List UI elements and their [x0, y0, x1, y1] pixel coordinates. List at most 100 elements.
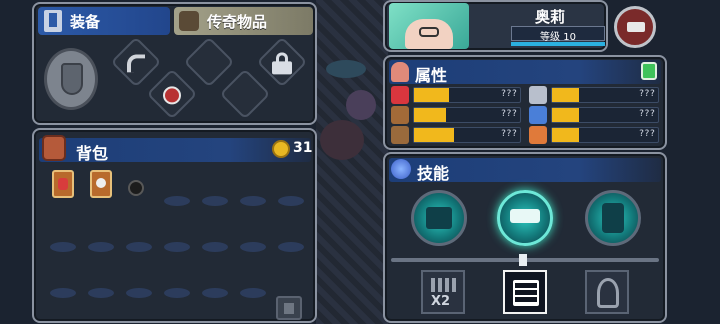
signal-icon	[597, 278, 619, 308]
stat-bar-fill	[552, 88, 579, 102]
crystal-icon	[529, 126, 547, 144]
skills-title: 技能	[417, 164, 450, 183]
divider-indicator	[519, 254, 527, 266]
stat-bar: ???	[413, 127, 521, 143]
sub-skill-signal[interactable]	[585, 270, 629, 314]
equip-slot-accessory[interactable]	[146, 68, 198, 120]
bag-slot[interactable]	[202, 288, 228, 298]
equip-slot-locked[interactable]	[256, 36, 308, 88]
bag-slot[interactable]	[240, 242, 266, 252]
skill-golem[interactable]	[585, 190, 641, 246]
level-bar: 等级 10	[511, 26, 605, 43]
character-panel: 奥莉 等级 10	[383, 0, 608, 52]
character-name: 奥莉	[534, 8, 565, 26]
enemy-sprite	[320, 120, 364, 160]
bag-slot[interactable]	[88, 288, 114, 298]
shield-icon	[391, 106, 409, 124]
skill-mecha-rider[interactable]	[411, 190, 467, 246]
bag-slot[interactable]	[50, 288, 76, 298]
bag-slot[interactable]	[240, 196, 266, 206]
eye-icon	[529, 106, 547, 124]
flower-basket-icon	[163, 86, 181, 105]
skull-icon	[96, 178, 106, 188]
stat-bar-fill	[414, 128, 455, 142]
stat-bar-fill	[552, 128, 579, 142]
stat-bar-fill	[414, 108, 446, 122]
trash-button[interactable]	[276, 296, 302, 320]
armor-icon	[391, 126, 409, 144]
bag-slot[interactable]	[164, 288, 190, 298]
backpack-icon	[42, 135, 66, 161]
tab-equipment[interactable]: 装备	[38, 7, 170, 35]
stat-bar-fill	[552, 108, 579, 122]
stat-value: ???	[638, 109, 655, 119]
sub-skill-drone-upgrade[interactable]	[503, 270, 547, 314]
floor-tile	[326, 60, 366, 78]
stat-bar-fill	[414, 88, 449, 102]
stat-value: ???	[500, 109, 517, 119]
bag-item-bomb[interactable]	[128, 180, 144, 196]
bag-title: 背包	[76, 144, 109, 163]
circuit-icon	[513, 280, 539, 306]
drone-icon	[510, 209, 540, 223]
stat-value: ???	[638, 129, 655, 139]
bag-slot[interactable]	[88, 242, 114, 252]
lock-icon	[272, 52, 292, 75]
stat-bar: ???	[413, 87, 521, 103]
sub-skill-ammo[interactable]: X2	[421, 270, 465, 314]
person-icon	[391, 62, 409, 82]
tab-legendary[interactable]: 传奇物品	[174, 7, 313, 35]
bag-slot[interactable]	[126, 288, 152, 298]
equipment-panel: 装备 传奇物品	[32, 2, 317, 125]
shield-icon	[61, 63, 83, 95]
equip-slot-empty-2[interactable]	[219, 68, 271, 120]
sword-icon	[529, 86, 547, 104]
bag-item-potion-card[interactable]	[52, 170, 74, 198]
stat-bar: ???	[551, 87, 659, 103]
bag-slot[interactable]	[50, 242, 76, 252]
game-background	[316, 0, 388, 324]
stat-value: ???	[500, 129, 517, 139]
stat-bar: ???	[551, 107, 659, 123]
stat-row: ???	[529, 105, 659, 125]
skills-icon	[391, 159, 411, 179]
equip-slot-empty-1[interactable]	[183, 36, 235, 88]
stat-value: ???	[500, 89, 517, 99]
bag-slot[interactable]	[202, 242, 228, 252]
exit-arrow-icon	[627, 22, 645, 32]
skill-drone-active[interactable]	[497, 190, 553, 246]
attributes-panel: 属性 ??????????????????	[383, 55, 667, 150]
bag-panel: 背包 31	[32, 128, 317, 323]
stat-value: ???	[638, 89, 655, 99]
heart-icon	[391, 86, 409, 104]
bag-slot[interactable]	[278, 196, 304, 206]
golem-icon	[602, 203, 624, 233]
attributes-title: 属性	[415, 66, 448, 85]
coin-icon	[272, 140, 290, 158]
scythe-icon	[127, 54, 145, 73]
potion-bottle-icon[interactable]	[641, 62, 657, 80]
skills-panel: 技能 X2	[383, 152, 667, 323]
stat-row: ???	[529, 85, 659, 105]
bag-slot[interactable]	[164, 242, 190, 252]
legendary-icon	[179, 11, 199, 31]
stat-bar: ???	[413, 107, 521, 123]
bag-slot[interactable]	[202, 196, 228, 206]
equipment-icon	[44, 10, 62, 32]
stat-row: ???	[391, 125, 521, 145]
tab-equipment-label: 装备	[70, 12, 101, 31]
stat-row: ???	[391, 105, 521, 125]
exit-button[interactable]	[614, 6, 656, 48]
equip-slot-weapon[interactable]	[110, 36, 162, 88]
bag-slot[interactable]	[164, 196, 190, 206]
enemy-sprite	[346, 90, 376, 120]
bag-slot[interactable]	[126, 242, 152, 252]
bag-slot[interactable]	[240, 288, 266, 298]
stat-bar: ???	[551, 127, 659, 143]
bag-slot[interactable]	[278, 242, 304, 252]
bag-item-skull-card[interactable]	[90, 170, 112, 198]
ammo-multiplier: X2	[431, 294, 451, 309]
equipped-shield-slot[interactable]	[44, 48, 98, 110]
bullets-icon	[431, 278, 457, 292]
mech-icon	[426, 207, 452, 229]
